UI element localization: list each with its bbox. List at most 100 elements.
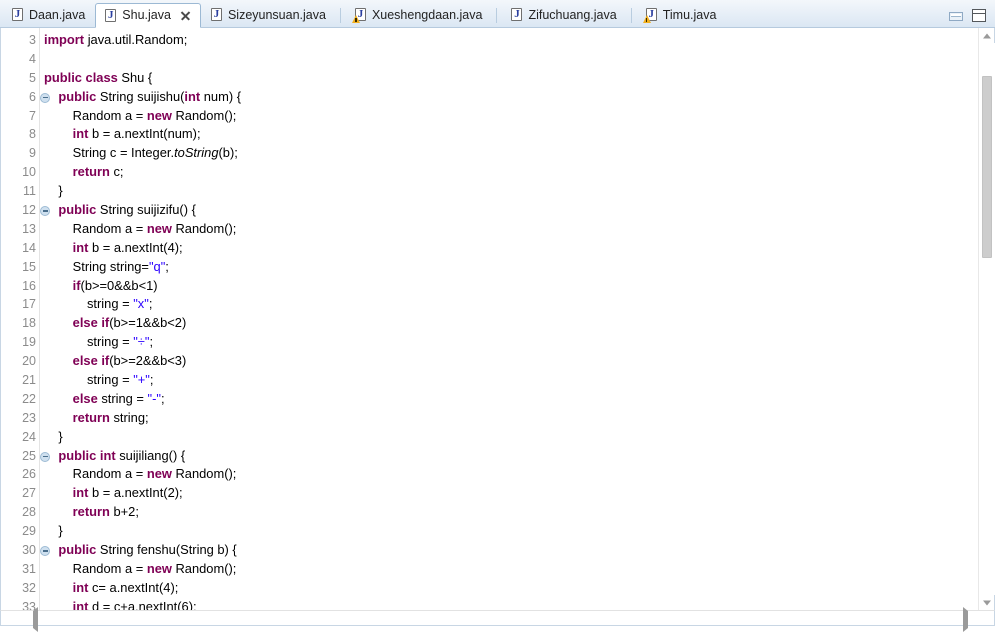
editor-tab-daan-java[interactable]: J Daan.java (2, 3, 95, 27)
line-number: 18 (1, 314, 39, 333)
code-text: int d = c+a.nextInt(6); (72, 598, 197, 610)
line-number: 13 (1, 220, 39, 239)
line-number: 10 (1, 163, 39, 182)
code-line: 8 int b = a.nextInt(num); (1, 125, 978, 144)
editor-tab-shu-java[interactable]: J Shu.java (95, 3, 201, 28)
java-file-icon: J (210, 8, 223, 22)
editor-tab-label: Daan.java (29, 7, 86, 22)
scroll-right-arrow-icon[interactable] (963, 607, 978, 632)
code-text: } (58, 183, 63, 199)
code-fold-collapse-icon[interactable] (40, 206, 50, 217)
editor-tab-label: Sizeyunsuan.java (227, 7, 326, 22)
line-number: 7 (1, 107, 39, 126)
java-file-icon: J (11, 8, 24, 22)
editor-body: 3 import java.util.Random; 4 5 public class… (0, 28, 995, 610)
line-number-text: 14 (22, 240, 36, 255)
code-line: 10 return c; (1, 163, 978, 182)
close-icon[interactable] (179, 10, 191, 22)
code-line: 13 Random a = new Random(); (1, 220, 978, 239)
code-text: public class Shu { (44, 69, 153, 85)
line-number-text: 22 (22, 391, 36, 406)
code-fold-collapse-icon[interactable] (40, 92, 50, 103)
code-line: 25 public int suijiliang() { (1, 447, 978, 466)
line-number-text: 6 (29, 89, 36, 104)
code-line: 11 } (1, 182, 978, 201)
line-number-text: 19 (22, 335, 36, 350)
line-number-text: 30 (22, 543, 36, 558)
tab-separator (496, 8, 498, 23)
code-line: 4 (1, 50, 978, 69)
vertical-scroll-track[interactable] (978, 43, 995, 595)
minimize-view-button[interactable] (949, 12, 963, 21)
line-number: 27 (1, 484, 39, 503)
editor-tab-xueshengdaan-java[interactable]: J Xueshengdaan.java (345, 3, 493, 27)
editor-tab-label: Shu.java (122, 8, 171, 23)
line-number-text: 24 (22, 429, 36, 444)
scroll-left-arrow-icon[interactable] (33, 607, 48, 632)
line-number: 32 (1, 579, 39, 598)
code-line: 29 } (1, 522, 978, 541)
gutter-separator (39, 28, 40, 610)
line-number-text: 9 (29, 146, 36, 161)
line-number-text: 27 (22, 486, 36, 501)
code-line: 9 String c = Integer.toString(b); (1, 144, 978, 163)
line-number: 12 (1, 201, 50, 220)
line-number: 14 (1, 239, 39, 258)
code-line: 32 int c= a.nextInt(4); (1, 579, 978, 598)
line-number: 6 (1, 88, 50, 107)
maximize-view-button[interactable] (972, 9, 986, 22)
view-control-buttons (949, 9, 995, 27)
editor-tab-sizeyunsuan-java[interactable]: J Sizeyunsuan.java (201, 3, 336, 27)
line-number: 15 (1, 258, 39, 277)
line-number: 19 (1, 333, 39, 352)
line-number-text: 17 (22, 297, 36, 312)
editor-tab-label: Timu.java (662, 7, 717, 22)
tab-separator (339, 8, 341, 23)
editor-tab-bar: J Daan.java J Shu.java J Sizeyunsuan.java J Xue… (0, 0, 995, 28)
line-number-text: 26 (22, 467, 36, 482)
line-number: 31 (1, 560, 39, 579)
code-line: 30 public String fenshu(String b) { (1, 541, 978, 560)
code-text: Random a = new Random(); (72, 466, 237, 482)
code-text: return string; (72, 409, 149, 425)
line-number-text: 16 (22, 278, 36, 293)
line-number-text: 13 (22, 221, 36, 236)
line-number-text: 5 (29, 70, 36, 85)
horizontal-scroll-track[interactable] (48, 611, 963, 625)
code-line: 12 public String suijizifu() { (1, 201, 978, 220)
code-text: return c; (72, 164, 124, 180)
line-number: 9 (1, 144, 39, 163)
code-fold-collapse-icon[interactable] (40, 451, 50, 462)
line-number-text: 8 (29, 127, 36, 142)
vertical-scrollbar[interactable] (978, 28, 995, 610)
horizontal-scrollbar[interactable] (0, 607, 995, 632)
code-editor[interactable]: 3 import java.util.Random; 4 5 public class… (1, 28, 978, 610)
code-line: 20 else if(b>=2&&b<3) (1, 352, 978, 371)
code-line: 21 string = "+"; (1, 371, 978, 390)
line-number: 16 (1, 277, 39, 296)
java-file-icon: J (510, 8, 523, 22)
code-text: return b+2; (72, 504, 139, 520)
code-fold-collapse-icon[interactable] (40, 546, 50, 557)
line-number: 29 (1, 522, 39, 541)
code-text: int b = a.nextInt(4); (72, 239, 183, 255)
code-text: int c= a.nextInt(4); (72, 579, 179, 595)
code-line: 5 public class Shu { (1, 69, 978, 88)
editor-tab-timu-java[interactable]: J Timu.java (636, 3, 727, 27)
code-text: else if(b>=1&&b<2) (72, 315, 187, 331)
scroll-up-arrow-icon[interactable] (979, 28, 995, 43)
code-lines: 3 import java.util.Random; 4 5 public class… (1, 28, 978, 610)
scroll-down-arrow-icon[interactable] (979, 595, 995, 610)
vertical-scroll-thumb[interactable] (981, 76, 992, 259)
code-text: public String suijishu(int num) { (58, 88, 242, 104)
line-number-text: 31 (22, 561, 36, 576)
code-text: if(b>=0&&b<1) (72, 277, 158, 293)
line-number-text: 23 (22, 410, 36, 425)
editor-tab-zifuchuang-java[interactable]: J Zifuchuang.java (501, 3, 626, 27)
code-line: 33 int d = c+a.nextInt(6); (1, 598, 978, 610)
code-line: 19 string = "÷"; (1, 333, 978, 352)
line-number: 30 (1, 541, 50, 560)
editor-tab-label: Zifuchuang.java (528, 7, 617, 22)
line-number: 8 (1, 125, 39, 144)
